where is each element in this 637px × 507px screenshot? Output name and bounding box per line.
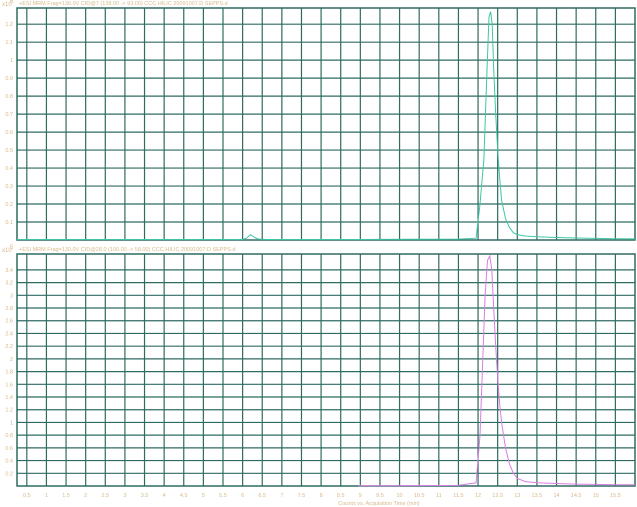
x-tick-label: 15 bbox=[593, 493, 599, 499]
y-tick-label: 1 bbox=[10, 420, 13, 426]
y-tick-label: 0.8 bbox=[5, 433, 13, 439]
y-tick-label: 0.6 bbox=[5, 130, 13, 136]
y-tick-label: 1.2 bbox=[5, 22, 13, 28]
y-tick-label: 3.2 bbox=[5, 281, 13, 287]
x-tick-label: 7.5 bbox=[298, 493, 306, 499]
y-tick-label: 2.8 bbox=[5, 306, 13, 312]
exponent-power: 5 bbox=[10, 245, 14, 251]
x-tick-label: 7 bbox=[280, 493, 283, 499]
x-tick-label: 11.5 bbox=[453, 493, 463, 499]
y-tick-label: 1 bbox=[10, 58, 13, 64]
x-tick-label: 11 bbox=[436, 493, 442, 499]
y-tick-label: 0.5 bbox=[5, 148, 13, 154]
x-tick-label: 15.5 bbox=[610, 493, 621, 499]
x-tick-label: 6 bbox=[241, 493, 244, 499]
y-tick-label: 1.6 bbox=[5, 382, 13, 388]
x-tick-label: 4 bbox=[163, 493, 166, 499]
x-tick-label: 12 bbox=[475, 493, 481, 499]
y-tick-label: 0.3 bbox=[5, 184, 13, 190]
x-tick-label: 3 bbox=[123, 493, 126, 499]
panel-top: x106 +ESI MRM Frag=130.0V CID@7 (138.00 -… bbox=[2, 0, 636, 241]
x-axis-label: Counts vs. Acquisition Time (min) bbox=[338, 501, 419, 507]
x-tick-label: 13 bbox=[514, 493, 520, 499]
x-tick-label: 5.5 bbox=[219, 493, 227, 499]
series-line bbox=[17, 11, 636, 240]
x-tick-label: 13.5 bbox=[532, 493, 543, 499]
x-tick-label: 0.5 bbox=[23, 493, 31, 499]
y-tick-label: 0.9 bbox=[5, 76, 13, 82]
x-tick-label: 14 bbox=[553, 493, 559, 499]
y-tick-label: 0.8 bbox=[5, 94, 13, 100]
x-tick-label: 8.5 bbox=[337, 493, 345, 499]
x-tick-label: 12.5 bbox=[492, 493, 503, 499]
x-tick-label: 2.5 bbox=[101, 493, 109, 499]
exponent-power: 6 bbox=[10, 0, 14, 5]
x-tick-label: 4.5 bbox=[180, 493, 188, 499]
x-tick-label: 6.5 bbox=[258, 493, 266, 499]
x-tick-label: 9.5 bbox=[376, 493, 384, 499]
x-tick-label: 5 bbox=[202, 493, 205, 499]
x-tick-label: 9 bbox=[359, 493, 362, 499]
x-tick-label: 10.5 bbox=[414, 493, 425, 499]
y-tick-label: 0.6 bbox=[5, 446, 13, 452]
plot-frame bbox=[16, 253, 636, 487]
x-tick-label: 1.5 bbox=[62, 493, 70, 499]
plot-frame bbox=[16, 7, 636, 241]
y-tick-label: 3 bbox=[10, 293, 13, 299]
y-tick-label: 0.2 bbox=[5, 471, 13, 477]
chromatogram-figure: x106 +ESI MRM Frag=130.0V CID@7 (138.00 -… bbox=[2, 0, 636, 507]
panel-title: +ESI MRM Frag=130.0V CID@28.0 (100.00 ->… bbox=[19, 247, 235, 253]
y-tick-label: 0.4 bbox=[5, 459, 13, 465]
x-tick-label: 2 bbox=[84, 493, 87, 499]
y-tick-label: 0.1 bbox=[5, 220, 13, 226]
y-tick-label: 0.4 bbox=[5, 166, 13, 172]
x-tick-label: 14.5 bbox=[571, 493, 582, 499]
y-tick-label: 2.6 bbox=[5, 319, 13, 325]
y-tick-label: 2.2 bbox=[5, 344, 13, 350]
panel-bottom: x105 +ESI MRM Frag=130.0V CID@28.0 (100.0… bbox=[2, 245, 636, 507]
x-tick-label: 10 bbox=[397, 493, 403, 499]
y-tick-label: 0.2 bbox=[5, 202, 13, 208]
y-tick-label: 1.8 bbox=[5, 370, 13, 376]
x-tick-label: 1 bbox=[45, 493, 48, 499]
y-tick-label: 1.1 bbox=[5, 40, 13, 46]
panel-title: +ESI MRM Frag=130.0V CID@7 (138.00 -> 93… bbox=[19, 1, 228, 7]
y-tick-label: 2 bbox=[10, 357, 13, 363]
y-tick-label: 3.4 bbox=[5, 268, 13, 274]
y-tick-label: 0.7 bbox=[5, 112, 13, 118]
y-tick-label: 1.4 bbox=[5, 395, 13, 401]
x-tick-label: 3.5 bbox=[141, 493, 149, 499]
x-tick-label: 8 bbox=[320, 493, 323, 499]
y-tick-label: 1.2 bbox=[5, 408, 13, 414]
y-tick-label: 2.4 bbox=[5, 331, 13, 337]
